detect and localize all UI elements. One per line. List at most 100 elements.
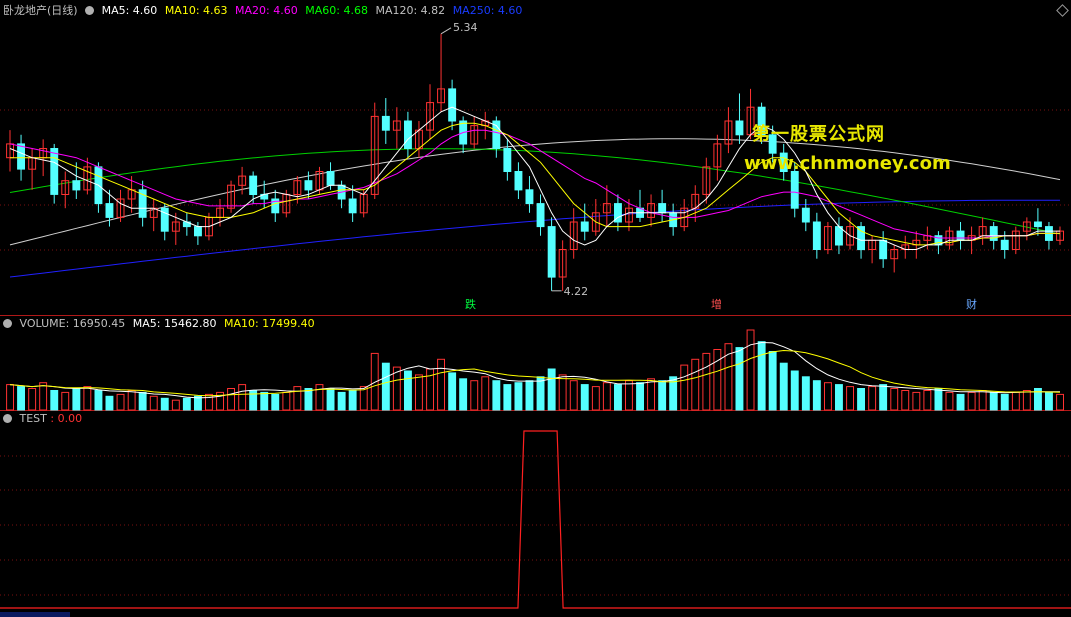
candle-body xyxy=(72,180,81,191)
candle-body xyxy=(249,175,258,196)
volume-bar xyxy=(934,388,943,411)
volume-bar xyxy=(580,384,589,411)
volume-bar xyxy=(17,386,26,411)
volume-bar xyxy=(790,370,799,411)
volume-bar xyxy=(536,376,545,411)
volume-bar xyxy=(779,362,788,411)
low-price-label: 4.22 xyxy=(564,285,589,298)
volume-bar xyxy=(381,362,390,411)
volume-bar xyxy=(404,370,412,411)
volume-bar xyxy=(61,391,70,411)
volume-ma5-line xyxy=(9,341,1060,399)
volume-bar xyxy=(182,397,191,411)
volume-bar xyxy=(625,380,633,411)
volume-bar xyxy=(868,386,877,411)
volume-bar xyxy=(481,376,490,411)
volume-bar xyxy=(1056,393,1064,411)
volume-bar xyxy=(1022,390,1031,411)
volume-bar xyxy=(746,329,755,411)
volume-bar xyxy=(735,347,744,411)
volume-bar xyxy=(304,388,313,411)
volume-bar xyxy=(636,382,644,411)
candle-body xyxy=(404,120,412,149)
candle-body xyxy=(812,221,821,250)
candle-body xyxy=(735,120,744,136)
volume-bar xyxy=(315,384,324,411)
volume-bar xyxy=(967,391,976,411)
status-strip xyxy=(0,612,70,617)
volume-bar xyxy=(39,382,48,411)
volume-bar xyxy=(149,395,158,411)
volume-bar xyxy=(569,380,578,411)
volume-bar xyxy=(260,391,269,411)
candle-body xyxy=(50,148,59,195)
volume-bar xyxy=(835,384,843,411)
candle-body xyxy=(326,171,335,186)
volume-bar xyxy=(956,393,965,411)
volume-bar xyxy=(271,393,280,411)
volume-bar xyxy=(415,374,423,411)
volume-bar xyxy=(1011,391,1020,411)
candle-body xyxy=(547,226,556,278)
candle-body xyxy=(1034,221,1042,228)
candle-body xyxy=(525,189,534,205)
volume-bar xyxy=(680,364,689,411)
high-price-label: 5.34 xyxy=(453,21,478,34)
candle-body xyxy=(503,148,512,172)
volume-bar xyxy=(824,382,832,411)
volume-bar xyxy=(591,386,600,411)
volume-bar xyxy=(171,399,180,411)
signal-tag-cai: 财 xyxy=(966,298,977,311)
volume-bar xyxy=(846,386,854,411)
volume-bar xyxy=(879,384,888,411)
volume-bar xyxy=(857,388,865,411)
volume-bar xyxy=(72,388,81,411)
volume-bar xyxy=(138,391,147,411)
volume-bar xyxy=(50,390,59,411)
volume-bar xyxy=(1045,391,1053,411)
candle-body xyxy=(879,239,888,260)
candle-body xyxy=(536,203,545,228)
volume-bar xyxy=(945,391,954,411)
volume-bar xyxy=(890,388,899,411)
volume-bar xyxy=(470,380,479,411)
volume-bar xyxy=(448,372,457,411)
volume-bar xyxy=(801,376,810,411)
candle-body xyxy=(194,226,202,237)
volume-bar xyxy=(492,380,501,411)
candle-body xyxy=(835,226,843,246)
volume-bar xyxy=(116,393,125,411)
volume-bar xyxy=(912,391,921,411)
volume-bar xyxy=(127,390,136,411)
volume-bar xyxy=(658,380,667,411)
volume-bar xyxy=(989,391,998,411)
candle-body xyxy=(304,180,313,191)
candle-body xyxy=(448,88,457,122)
volume-bar xyxy=(105,395,114,411)
watermark-url: www.chnmoney.com xyxy=(744,153,951,174)
candle-body xyxy=(801,207,810,223)
volume-bar xyxy=(160,397,169,411)
candle-body xyxy=(381,115,390,131)
volume-bar xyxy=(923,390,932,411)
high-marker-line xyxy=(440,27,452,35)
candle-body xyxy=(658,203,667,214)
signal-tag-die: 跌 xyxy=(465,298,476,311)
volume-ma10-line xyxy=(9,349,1061,397)
volume-bar xyxy=(691,358,700,411)
watermark-title: 第一股票公式网 xyxy=(752,124,885,145)
volume-bar xyxy=(514,382,523,411)
volume-bar xyxy=(901,390,910,411)
candle-body xyxy=(580,221,589,232)
candle-body xyxy=(956,230,965,241)
volume-bar xyxy=(459,378,468,411)
test-indicator-line xyxy=(0,430,1071,609)
volume-bar xyxy=(437,358,446,411)
candle-body xyxy=(857,226,865,251)
volume-bar xyxy=(348,390,357,411)
candle-body xyxy=(790,171,799,209)
candle-body xyxy=(348,198,357,214)
candle-body xyxy=(514,171,523,191)
volume-bar xyxy=(94,390,103,411)
volume-bar xyxy=(503,384,512,411)
